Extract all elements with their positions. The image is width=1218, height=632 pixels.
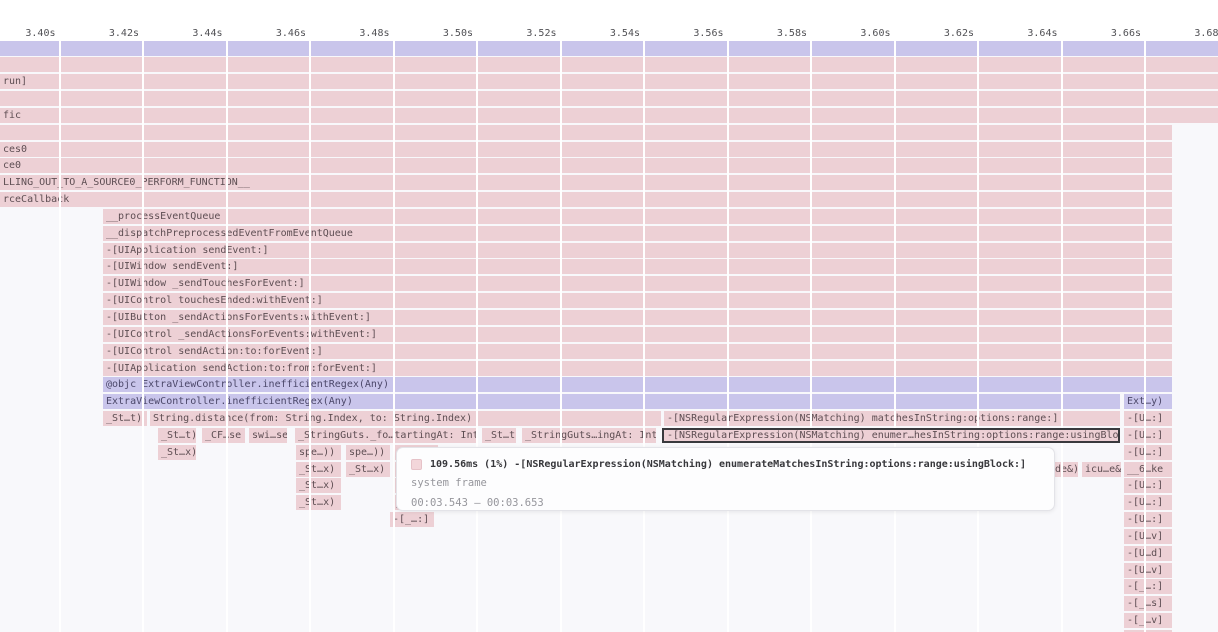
flame-frame[interactable]: spe…)) [296, 445, 341, 460]
flame-frame[interactable]: _St…t) [482, 428, 516, 443]
ruler-tick-label: 3.46s [236, 28, 306, 39]
gridline [476, 41, 478, 632]
gridline [59, 41, 61, 632]
flame-frame[interactable]: -[UIWindow sendEvent:] [103, 259, 1172, 274]
frame-tooltip: 109.56ms (1%) -[NSRegularExpression(NSMa… [396, 447, 1055, 511]
ruler-tick-label: 3.64s [988, 28, 1058, 39]
flame-frame[interactable] [0, 91, 1218, 106]
flame-frame[interactable]: ExtraViewController.inefficientRegex(Any… [103, 394, 1120, 409]
gridline [1061, 41, 1063, 632]
gridline [894, 41, 896, 632]
flame-frame[interactable]: __processEventQueue [103, 209, 1172, 224]
ruler-tick-label: 3.52s [487, 28, 557, 39]
ruler-tick-label: 3.54s [570, 28, 640, 39]
flame-frame[interactable]: _St…x) [158, 445, 196, 460]
gridline [309, 41, 311, 632]
flame-frame[interactable] [0, 41, 1218, 56]
flame-frame[interactable]: -[UIApplication sendAction:to:from:forEv… [103, 361, 1172, 376]
flame-frame[interactable]: -[UIWindow _sendTouchesForEvent:] [103, 276, 1172, 291]
ruler-tick-label: 3.40s [0, 28, 56, 39]
tooltip-title: 109.56ms (1%) -[NSRegularExpression(NSMa… [430, 459, 1026, 470]
flame-frame[interactable]: rceCallback [0, 192, 1172, 207]
flame-frame[interactable]: spe…)) [346, 445, 390, 460]
ruler-tick-label: 3.42s [69, 28, 139, 39]
flame-frame[interactable]: -[UIApplication sendEvent:] [103, 243, 1172, 258]
flame-frame-selected[interactable]: -[NSRegularExpression(NSMatching) enumer… [662, 428, 1120, 443]
flame-frame[interactable] [0, 57, 1218, 72]
ruler-tick-label: 3.58s [737, 28, 807, 39]
flame-frame[interactable]: -[U…:] [1124, 411, 1172, 426]
flame-frame[interactable]: LLING_OUT_TO_A_SOURCE0_PERFORM_FUNCTION_… [0, 175, 1172, 190]
flame-frame[interactable]: _StringGuts._fo…tartingAt: Int) [295, 428, 478, 443]
flame-frame[interactable]: _CF…se [202, 428, 245, 443]
flame-frame[interactable]: ces0 [0, 142, 1172, 157]
flame-frame[interactable]: _St…x) [296, 462, 341, 477]
flame-frame[interactable]: _St…x) [296, 495, 341, 510]
flame-frame[interactable]: -[U…:] [1124, 512, 1172, 527]
flame-frame[interactable]: -[U…:] [1124, 445, 1172, 460]
flame-frame[interactable]: -[UIControl sendAction:to:forEvent:] [103, 344, 1172, 359]
instruments-flame-graph: 3.40s 3.42s 3.44s 3.46s 3.48s 3.50s 3.52s 3.54s… [0, 0, 1218, 632]
gridline [1144, 41, 1146, 632]
flame-frame[interactable]: -[UIButton _sendActionsForEvents:withEve… [103, 310, 1172, 325]
flame-frame[interactable]: _StringGuts…ingAt: Int) [522, 428, 656, 443]
time-ruler[interactable]: 3.40s 3.42s 3.44s 3.46s 3.48s 3.50s 3.52s 3.54s… [0, 0, 1218, 41]
flame-frame[interactable]: __6…ke [1124, 462, 1172, 477]
flame-frame[interactable]: -[U…:] [1124, 478, 1172, 493]
flame-frame[interactable]: de&) [1052, 462, 1078, 477]
flame-frame[interactable]: __dispatchPreprocessedEventFromEventQueu… [103, 226, 1172, 241]
flame-frame[interactable] [0, 125, 1172, 140]
flame-frame[interactable]: run] [0, 74, 1218, 89]
gridline [393, 41, 395, 632]
ruler-tick-label: 3.50s [403, 28, 473, 39]
flame-frame[interactable]: -[_…s] [1124, 596, 1172, 611]
flame-frame[interactable]: -[_…v] [1124, 613, 1172, 628]
flame-frame[interactable]: -[_…:] [1124, 579, 1172, 594]
flame-frame[interactable]: swi…se [249, 428, 287, 443]
flame-frame[interactable]: _St…t) [103, 411, 147, 426]
ruler-tick-label: 3.48s [320, 28, 390, 39]
frame-color-swatch-icon [411, 459, 422, 470]
flame-frame[interactable]: _St…x) [296, 478, 341, 493]
flame-frame[interactable]: icu…e&) [1082, 462, 1121, 477]
tooltip-time-range: 00:03.543 — 00:03.653 [411, 493, 1044, 511]
tooltip-frame-kind: system frame [411, 473, 1044, 493]
flame-frame[interactable]: -[NSRegularExpression(NSMatching) matche… [664, 411, 1120, 426]
gridline [727, 41, 729, 632]
flame-frame[interactable]: -[U…v] [1124, 563, 1172, 578]
flame-frame[interactable]: fic [0, 108, 1218, 123]
flame-frame[interactable]: -[U…d] [1124, 546, 1172, 561]
gridline [142, 41, 144, 632]
flame-frame[interactable]: -[U…:] [1124, 495, 1172, 510]
flame-frame[interactable]: _St…t) [158, 428, 196, 443]
flame-frame[interactable]: ce0 [0, 158, 1172, 173]
tooltip-header: 109.56ms (1%) -[NSRegularExpression(NSMa… [411, 455, 1044, 473]
gridline [977, 41, 979, 632]
ruler-tick-label: 3.62s [904, 28, 974, 39]
ruler-tick-label: 3.60s [821, 28, 891, 39]
flame-frame[interactable]: -[U…v] [1124, 529, 1172, 544]
flame-frame[interactable]: @objc ExtraViewController.inefficientReg… [103, 377, 1172, 392]
gridline [810, 41, 812, 632]
flame-frame[interactable]: -[_…:] [390, 512, 434, 527]
ruler-tick-label: 3.56s [654, 28, 724, 39]
gridline [560, 41, 562, 632]
ruler-tick-label: 3.44s [153, 28, 223, 39]
flame-frame[interactable]: Ext…y) [1124, 394, 1172, 409]
flame-frame[interactable]: -[UIControl _sendActionsForEvents:withEv… [103, 327, 1172, 342]
gridline [643, 41, 645, 632]
flame-frame[interactable]: _St…x) [346, 462, 390, 477]
flame-frame[interactable]: -[UIControl touchesEnded:withEvent:] [103, 293, 1172, 308]
ruler-tick-label: 3.68s [1155, 28, 1218, 39]
gridline [226, 41, 228, 632]
flame-frame[interactable]: -[U…:] [1124, 428, 1172, 443]
ruler-tick-label: 3.66s [1071, 28, 1141, 39]
